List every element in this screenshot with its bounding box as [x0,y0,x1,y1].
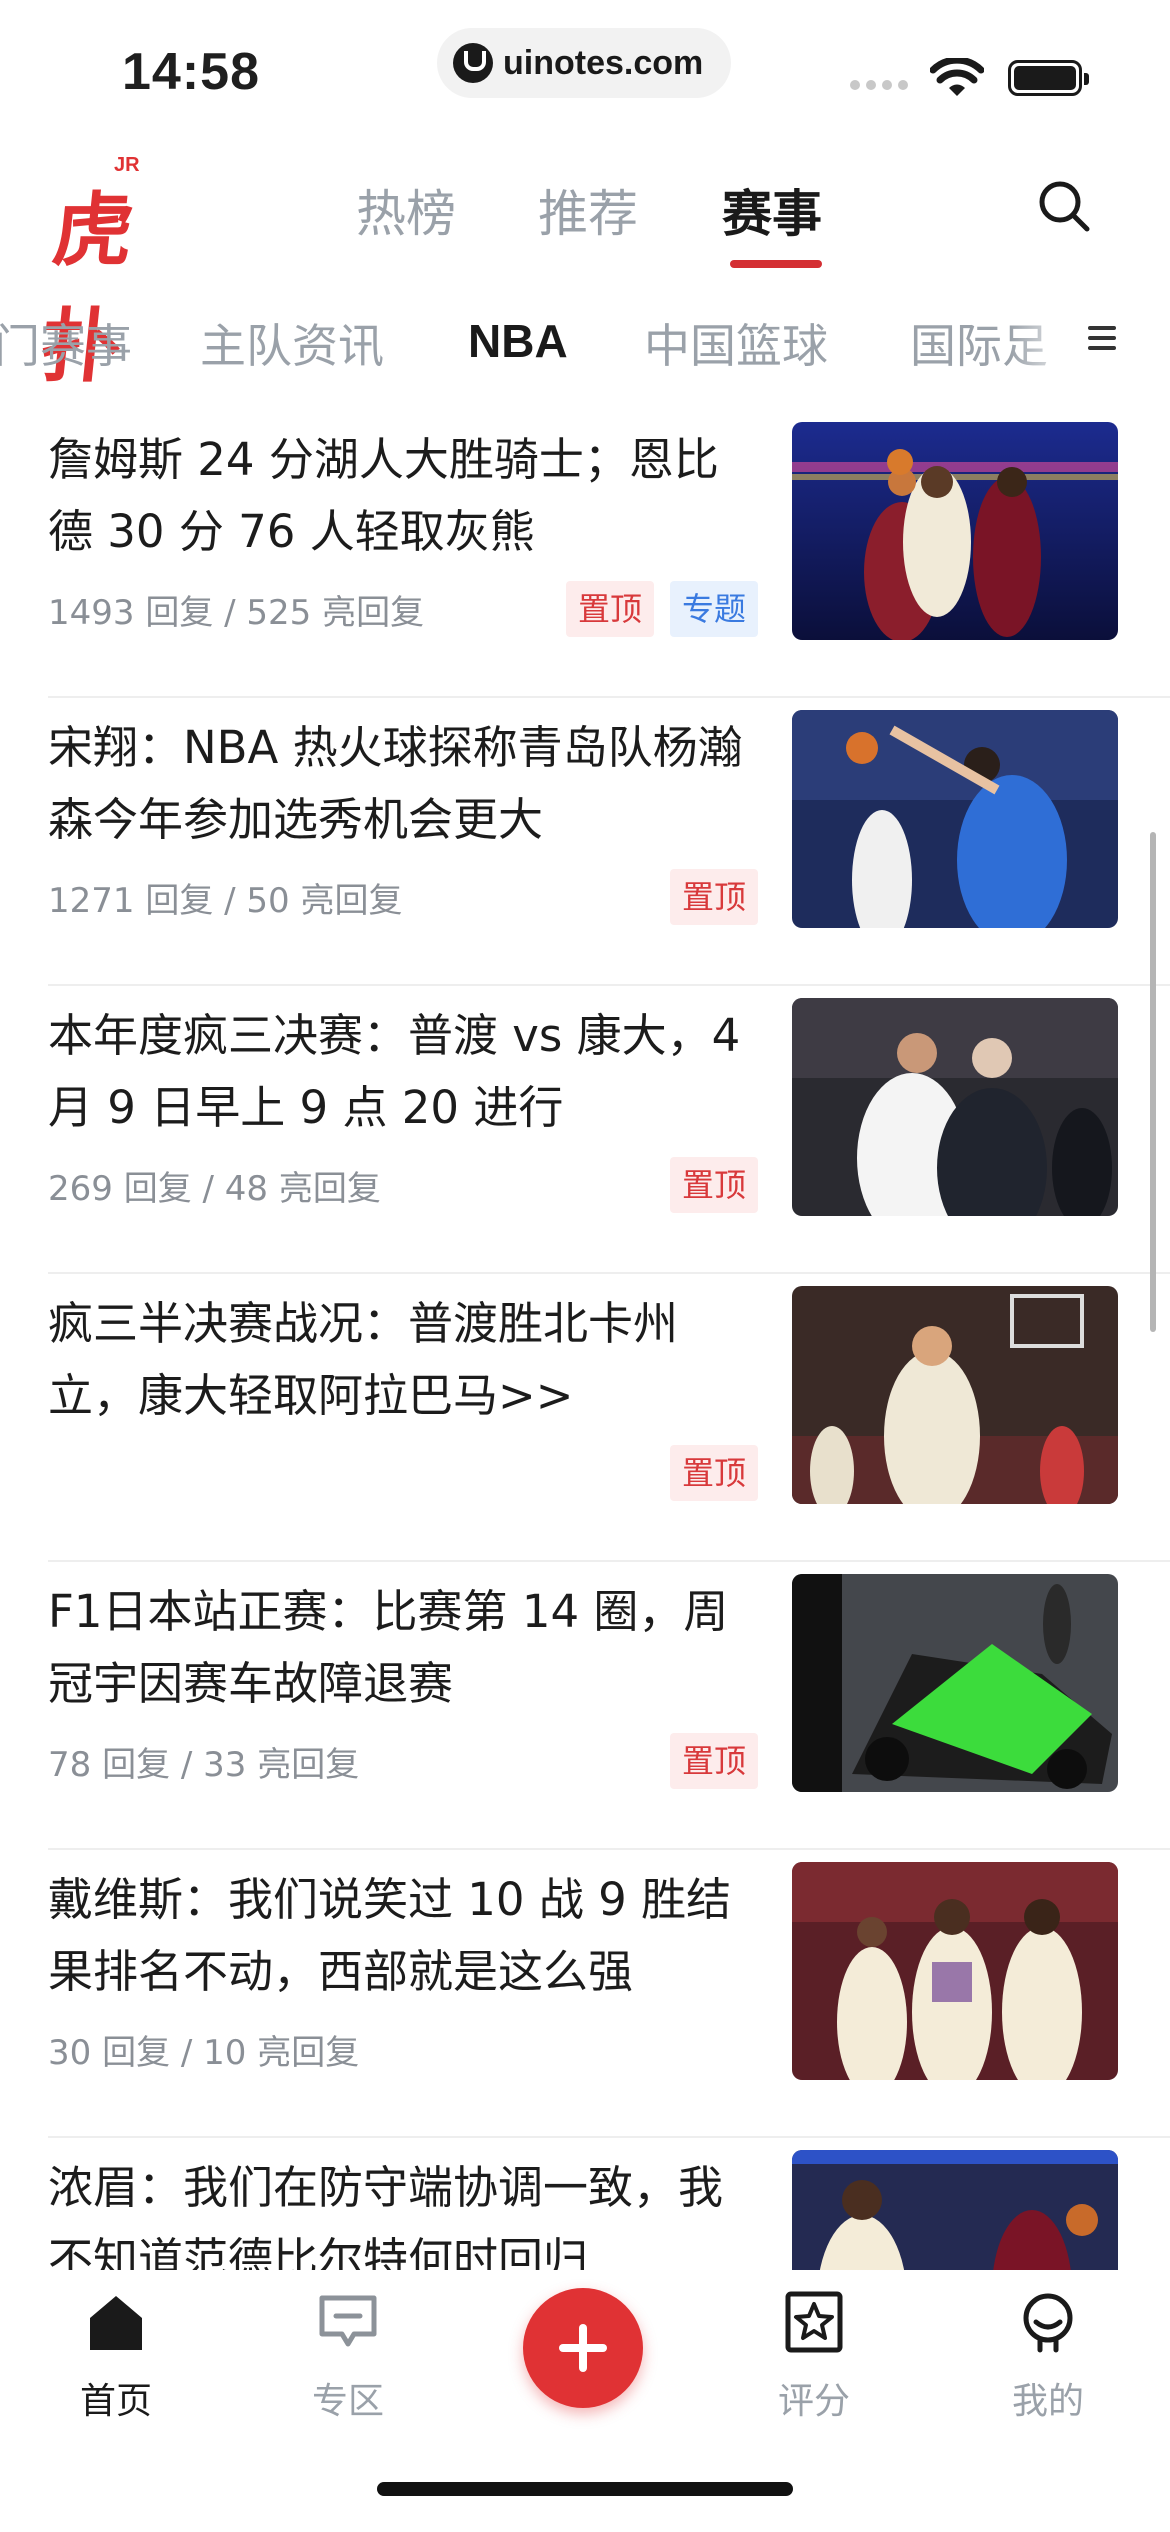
news-thumbnail [792,2150,1118,2280]
news-title: 戴维斯：我们说笑过 10 战 9 胜结果排名不动，西部就是这么强 [48,1873,732,1998]
battery-icon [1008,60,1089,96]
news-title: 本年度疯三决赛：普渡 vs 康大，4 月 9 日早上 9 点 20 进行 [48,1009,741,1134]
news-thumbnail [792,998,1118,1216]
news-meta: 269 回复 / 48 亮回复 [48,1169,381,1209]
plus-icon[interactable] [523,2288,643,2408]
pinned-tag: 置顶 [670,1733,759,1789]
cellular-signal-icon [850,80,908,90]
subtab-team-news[interactable]: 主队资讯 [200,310,384,376]
sub-tab-bar: 门赛事 主队资讯 NBA 中国篮球 国际足 [0,290,1170,386]
news-thumbnail [792,422,1118,640]
app-logo[interactable]: 虎扑 JR [36,154,158,393]
rating-icon [785,2291,843,2353]
news-list: 詹姆斯 24 分湖人大胜骑士；恩比德 30 分 76 人轻取灰熊 1493 回复… [0,410,1170,2280]
active-tab-indicator [730,260,822,268]
news-item[interactable]: 詹姆斯 24 分湖人大胜骑士；恩比德 30 分 76 人轻取灰熊 1493 回复… [48,410,1170,698]
tab-rating[interactable]: 评分 [724,2270,904,2440]
app-header: 虎扑 JR 热榜 推荐 赛事 [0,140,1170,393]
news-thumbnail [792,710,1118,928]
pinned-tag: 置顶 [670,1445,759,1501]
news-meta: 1271 回复 / 50 亮回复 [48,881,403,921]
tab-hot[interactable]: 热榜 [356,174,456,246]
news-item[interactable]: 疯三半决赛战况：普渡胜北卡州立，康大轻取阿拉巴马>> 置顶 [48,1274,1170,1562]
news-item[interactable]: F1日本站正赛：比赛第 14 圈，周冠宇因赛车故障退赛 78 回复 / 33 亮… [48,1562,1170,1850]
news-title: 宋翔：NBA 热火球探称青岛队杨瀚森今年参加选秀机会更大 [48,721,743,846]
tab-events[interactable]: 赛事 [722,174,822,246]
chat-icon [319,2295,377,2347]
tab-rating-label: 评分 [777,2381,850,2422]
pinned-tag: 置顶 [670,1157,759,1213]
news-item[interactable]: 戴维斯：我们说笑过 10 战 9 胜结果排名不动，西部就是这么强 30 回复 /… [48,1850,1170,2138]
pinned-tag: 置顶 [670,869,759,925]
news-meta: 78 回复 / 33 亮回复 [48,1745,360,1785]
news-item[interactable]: 本年度疯三决赛：普渡 vs 康大，4 月 9 日早上 9 点 20 进行 269… [48,986,1170,1274]
url-text: uinotes.com [503,43,704,82]
site-icon [453,43,493,83]
search-icon[interactable] [1034,176,1094,236]
wifi-icon [930,58,984,96]
tab-zone[interactable]: 专区 [258,2270,438,2440]
tab-profile[interactable]: 我的 [958,2270,1138,2440]
tab-profile-label: 我的 [1011,2381,1084,2422]
subtab-nba[interactable]: NBA [468,314,568,368]
home-icon [90,2296,142,2350]
news-title: 詹姆斯 24 分湖人大胜骑士；恩比德 30 分 76 人轻取灰熊 [48,433,719,558]
tab-home[interactable]: 首页 [26,2270,206,2440]
profile-icon [1023,2293,1073,2353]
news-thumbnail [792,1286,1118,1504]
news-title: 疯三半决赛战况：普渡胜北卡州立，康大轻取阿拉巴马>> [48,1297,679,1422]
status-bar: 14:58 uinotes.com [0,0,1170,140]
news-title: F1日本站正赛：比赛第 14 圈，周冠宇因赛车故障退赛 [48,1585,729,1710]
pinned-tag: 置顶 [566,581,655,637]
news-item[interactable]: 浓眉：我们在防守端协调一致，我不知道范德比尔特何时回归 [48,2138,1170,2280]
news-thumbnail [792,1862,1118,2080]
news-meta: 30 回复 / 10 亮回复 [48,2033,360,2073]
subtab-hot-events[interactable]: 门赛事 [0,310,132,376]
tab-recommend[interactable]: 推荐 [538,174,638,246]
scrollbar[interactable] [1150,832,1156,1332]
subtab-fade [1010,290,1090,386]
tab-zone-label: 专区 [311,2381,384,2422]
logo-badge: JR [114,154,140,176]
news-meta: 1493 回复 / 525 亮回复 [48,593,425,633]
menu-icon[interactable] [1080,308,1136,368]
topic-tag: 专题 [670,581,759,637]
url-pill[interactable]: uinotes.com [437,28,731,98]
news-item[interactable]: 宋翔：NBA 热火球探称青岛队杨瀚森今年参加选秀机会更大 1271 回复 / 5… [48,698,1170,986]
news-title: 浓眉：我们在防守端协调一致，我不知道范德比尔特何时回归 [48,2161,724,2280]
tab-home-label: 首页 [79,2381,152,2422]
status-time: 14:58 [122,43,260,101]
news-thumbnail [792,1574,1118,1792]
home-indicator [377,2482,793,2496]
subtab-china-basketball[interactable]: 中国篮球 [644,310,828,376]
